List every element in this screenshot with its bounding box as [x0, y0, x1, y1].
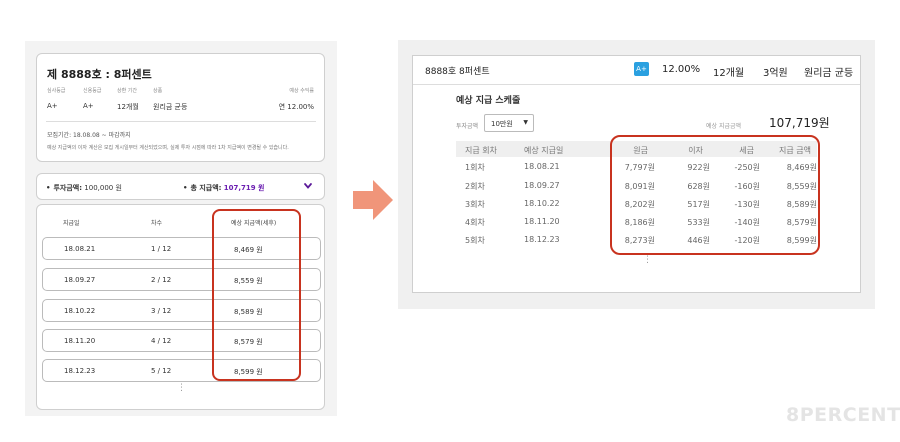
grade-badge: A+: [634, 62, 649, 76]
product-title: 8888호 8퍼센트: [425, 67, 490, 77]
highlight-box: [212, 209, 301, 381]
info-value-credit-grade: A+: [83, 102, 94, 110]
bullet-icon: •: [183, 184, 188, 192]
cell-date: 18.08.21: [524, 162, 560, 171]
cell-round: 1회차: [465, 163, 485, 172]
type-value: 원리금 균등: [804, 68, 854, 79]
row-date: 18.12.23: [64, 367, 96, 375]
amount-select-value: 10만원: [491, 120, 513, 128]
info-value-yield: 연 12.00%: [278, 103, 314, 111]
cell-round: 2회차: [465, 182, 485, 191]
term-value: 12개월: [713, 68, 745, 79]
info-value-review-grade: A+: [47, 102, 58, 110]
info-label-yield: 예상 수익률: [289, 88, 314, 94]
row-date: 18.11.20: [64, 337, 96, 345]
investment-summary: • 투자금액: 100,000 원: [46, 183, 122, 193]
investment-label: 투자금액:: [53, 184, 83, 192]
row-round: 3 / 12: [151, 307, 172, 315]
header-round: 차수: [151, 220, 163, 227]
brand-watermark: 8PERCENT: [786, 404, 900, 426]
row-round: 4 / 12: [151, 337, 172, 345]
info-label-product: 상품: [153, 88, 163, 94]
info-label-review-grade: 심사등급: [47, 88, 66, 94]
total-summary: • 총 지급액: 107,719 원: [183, 183, 264, 193]
info-label-credit-grade: 신용등급: [83, 88, 102, 94]
row-round: 2 / 12: [151, 276, 172, 284]
info-label-term: 상환 기간: [117, 88, 137, 94]
more-dots-icon: ⋮: [643, 255, 652, 265]
cell-round: 3회차: [465, 200, 485, 209]
product-header: 8888호 8퍼센트 A+ 12.00% 12개월 3억원 원리금 균등: [413, 56, 860, 85]
rate-value: 12.00%: [662, 64, 701, 75]
recruit-period: 모집기간: 18.08.08 ~ 마감까지: [47, 132, 131, 139]
investment-value: 100,000 원: [84, 184, 122, 192]
divider: [46, 121, 316, 122]
product-card: 제 8888호 : 8퍼센트 심사등급 신용등급 상환 기간 상품 예상 수익률…: [36, 53, 325, 162]
col-date: 예상 지급일: [524, 146, 564, 155]
cell-date: 18.09.27: [524, 181, 560, 190]
row-round: 5 / 12: [151, 367, 172, 375]
info-value-product: 원리금 균등: [153, 103, 188, 111]
row-date: 18.09.27: [64, 276, 96, 284]
cell-date: 18.12.23: [524, 235, 560, 244]
total-label: 총 지급액:: [190, 184, 222, 192]
summary-card[interactable]: • 투자금액: 100,000 원 • 총 지급액: 107,719 원: [36, 173, 325, 200]
more-dots-icon: ⋮: [177, 383, 186, 393]
col-round: 지급 회차: [465, 146, 497, 155]
total-value: 107,719원: [769, 116, 830, 130]
cell-date: 18.10.22: [524, 199, 560, 208]
row-round: 1 / 12: [151, 245, 172, 253]
arrow-right-icon: [353, 180, 393, 220]
total-value: 107,719 원: [223, 184, 265, 192]
amount-label: 투자금액: [456, 123, 479, 130]
cell-round: 4회차: [465, 218, 485, 227]
section-title: 예상 지급 스케줄: [456, 96, 521, 106]
chevron-down-icon[interactable]: [303, 181, 313, 191]
row-date: 18.08.21: [64, 245, 96, 253]
header-pay-date: 지급일: [63, 220, 80, 227]
product-title: 제 8888호 : 8퍼센트: [47, 68, 152, 81]
amount-select[interactable]: 10만원 ▼: [484, 114, 534, 132]
info-value-term: 12개월: [117, 103, 139, 111]
bullet-icon: •: [46, 184, 51, 192]
cell-round: 5회차: [465, 236, 485, 245]
amount-value: 3억원: [763, 68, 788, 79]
cell-date: 18.11.20: [524, 217, 560, 226]
highlight-box: [610, 135, 820, 255]
total-label: 예상 지급금액: [706, 123, 742, 130]
row-date: 18.10.22: [64, 307, 96, 315]
payment-note: 예상 지급액의 이자 계산은 모집 게시일부터 계산되었으며, 실제 투자 시점…: [47, 145, 289, 151]
caret-down-icon: ▼: [523, 119, 528, 126]
